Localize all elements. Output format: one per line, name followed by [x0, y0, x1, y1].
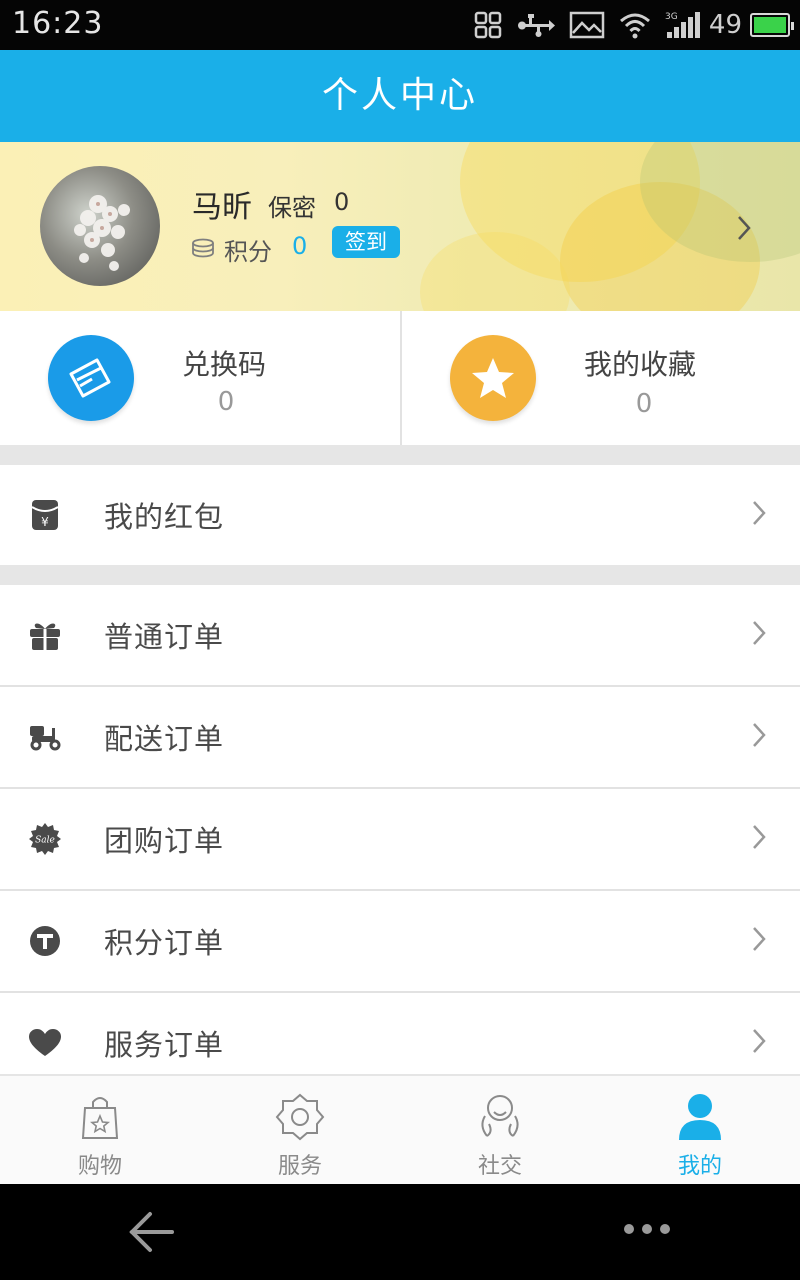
tab-service[interactable]: 服务 [200, 1076, 400, 1184]
points-label: 积分 [224, 238, 272, 266]
battery-icon [750, 13, 794, 37]
chevron-right-icon [736, 214, 752, 246]
menu-item-label: 普通订单 [104, 620, 225, 654]
favorites-card[interactable]: 我的收藏 0 [400, 311, 800, 445]
redeem-code-count: 0 [217, 387, 235, 417]
avatar[interactable] [40, 166, 160, 286]
tab-label: 社交 [477, 1154, 522, 1179]
chevron-right-icon [752, 500, 766, 530]
social-icon [475, 1092, 525, 1142]
heart-icon [28, 1026, 62, 1060]
quick-actions: 兑换码 0 我的收藏 0 [0, 311, 800, 445]
menu-item-group-buy-orders[interactable]: Sale 团购订单 [0, 789, 800, 891]
points-value: 0 [292, 232, 308, 260]
menu-item-label: 服务订单 [104, 1028, 225, 1062]
app-grid-icon [473, 10, 503, 40]
tab-label: 我的 [677, 1154, 722, 1179]
signal-3g-icon: 3G [665, 10, 701, 40]
gear-service-icon [275, 1092, 325, 1142]
chevron-right-icon [752, 722, 766, 752]
chevron-right-icon [752, 1028, 766, 1058]
shopping-bag-icon [75, 1092, 125, 1142]
system-nav-bar [0, 1184, 800, 1280]
status-time: 16:23 [12, 6, 104, 41]
menu-item-label: 我的红包 [104, 500, 225, 534]
tab-mine[interactable]: 我的 [600, 1076, 800, 1184]
app-screen: 个人中心 马昕 保密 0 积分 0 签到 兑换码 0 我的收藏 0 ¥ 我的红包… [0, 50, 800, 1184]
menu-item-normal-orders[interactable]: 普通订单 [0, 585, 800, 687]
menu-item-delivery-orders[interactable]: 配送订单 [0, 687, 800, 789]
image-icon [569, 11, 605, 39]
svg-text:3G: 3G [665, 12, 678, 22]
red-packet-icon: ¥ [28, 498, 62, 532]
favorites-count: 0 [635, 389, 653, 419]
menu-item-label: 配送订单 [104, 722, 225, 756]
user-age: 0 [334, 188, 350, 216]
menu-item-red-packet[interactable]: ¥ 我的红包 [0, 465, 800, 565]
wifi-icon [619, 11, 651, 39]
battery-level-text: 49 [708, 10, 742, 40]
status-bar: 16:23 3G 49 [0, 0, 800, 50]
menu-item-label: 积分订单 [104, 926, 225, 960]
t-circle-icon [28, 924, 62, 958]
svg-text:¥: ¥ [41, 515, 49, 529]
sale-badge-icon: Sale [28, 822, 62, 856]
redeem-code-card[interactable]: 兑换码 0 [0, 311, 400, 445]
star-icon [450, 335, 536, 421]
signin-button[interactable]: 签到 [332, 226, 400, 258]
ticket-icon [48, 335, 134, 421]
person-icon [675, 1092, 725, 1142]
chevron-right-icon [752, 824, 766, 854]
tab-social[interactable]: 社交 [400, 1076, 600, 1184]
gift-icon [28, 618, 62, 652]
chevron-right-icon [752, 926, 766, 956]
redeem-code-label: 兑换码 [182, 348, 267, 381]
chevron-right-icon [752, 620, 766, 650]
menu-item-points-orders[interactable]: 积分订单 [0, 891, 800, 993]
profile-card[interactable]: 马昕 保密 0 积分 0 签到 [0, 142, 800, 311]
favorites-label: 我的收藏 [584, 348, 697, 381]
more-dots-icon[interactable] [624, 1224, 670, 1234]
svg-text:Sale: Sale [35, 836, 55, 846]
tab-label: 服务 [277, 1154, 322, 1179]
bottom-tab-bar: 购物 服务 社交 我的 [0, 1074, 800, 1184]
user-name: 马昕 [192, 190, 252, 225]
section-divider [0, 565, 800, 585]
tab-shopping[interactable]: 购物 [0, 1076, 200, 1184]
status-icons: 3G 49 [459, 0, 794, 50]
user-gender: 保密 [268, 194, 316, 222]
menu-item-label: 团购订单 [104, 824, 225, 858]
tab-label: 购物 [77, 1154, 122, 1179]
section-divider [0, 445, 800, 465]
back-arrow-icon[interactable] [128, 1210, 176, 1258]
coin-stack-icon [190, 238, 216, 264]
usb-icon [517, 12, 555, 38]
page-title: 个人中心 [0, 50, 800, 142]
scooter-icon [28, 720, 62, 754]
